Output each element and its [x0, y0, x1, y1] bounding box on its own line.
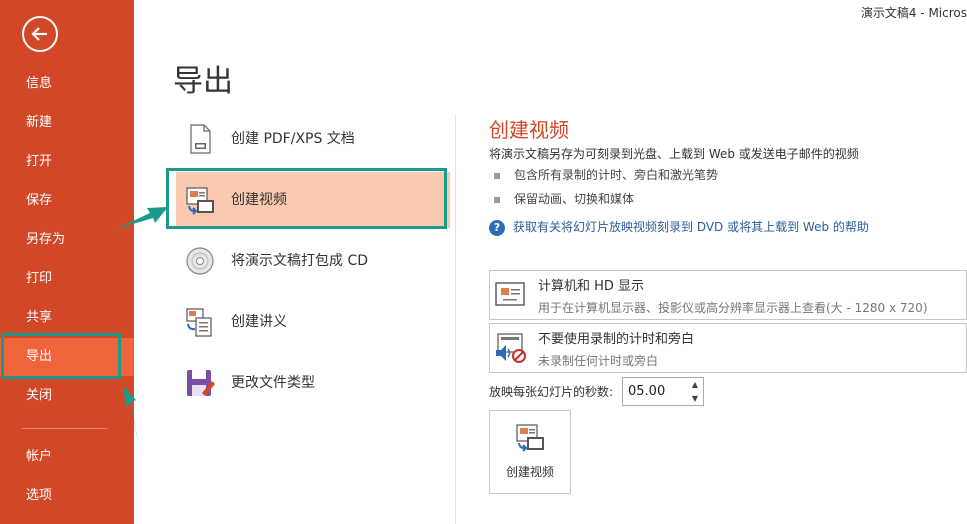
nav-account[interactable]: 帐户: [0, 438, 134, 476]
pdf-document-icon: [190, 124, 211, 154]
export-option-file-type[interactable]: 更改文件类型: [176, 355, 450, 411]
annotation-arrows: [116, 207, 168, 454]
nav-options[interactable]: 选项: [0, 477, 134, 515]
quality-dropdown-title: 计算机和 HD 显示: [538, 279, 645, 294]
video-description: 将演示文稿另存为可刻录到光盘、上载到 Web 或发送电子邮件的视频: [489, 147, 859, 161]
help-link[interactable]: ? 获取有关将幻灯片放映视频刻录到 DVD 或将其上载到 Web 的帮助: [489, 218, 869, 236]
no-narration-icon: [496, 333, 526, 363]
export-option-pdf[interactable]: 创建 PDF/XPS 文档: [176, 111, 450, 167]
bullet-text: 保留动画、切换和媒体: [514, 192, 635, 206]
stepper-buttons: ▲ ▼: [687, 378, 703, 405]
bullet-marker: [494, 172, 500, 179]
timing-dropdown-title: 不要使用录制的计时和旁白: [538, 332, 695, 347]
nav-close[interactable]: 关闭: [0, 377, 134, 415]
stepper-down-icon[interactable]: ▼: [687, 392, 703, 405]
back-button[interactable]: [22, 16, 58, 52]
panel-divider: [455, 115, 456, 524]
stepper-up-icon[interactable]: ▲: [687, 378, 703, 391]
export-option-label: 将演示文稿打包成 CD: [231, 253, 369, 269]
export-option-label: 创建讲义: [231, 314, 287, 330]
video-section-title: 创建视频: [489, 118, 569, 142]
seconds-per-slide-label: 放映每张幻灯片的秒数:: [489, 385, 614, 399]
bullet-marker: [494, 196, 500, 203]
annotation-box-export: [1, 333, 121, 379]
seconds-per-slide-input[interactable]: [623, 378, 687, 405]
create-video-button-label: 创建视频: [505, 465, 554, 479]
export-option-label: 创建 PDF/XPS 文档: [231, 131, 355, 147]
help-icon: ?: [489, 219, 505, 236]
backstage-sidebar: 信息 新建 打开 保存 另存为 打印 共享 导出 关闭 帐户 选项: [0, 0, 134, 524]
back-arrow-icon: [31, 27, 47, 41]
bullet-text: 包含所有录制的计时、旁白和激光笔势: [514, 168, 719, 182]
seconds-per-slide-stepper: ▲ ▼: [622, 377, 704, 406]
cd-icon: [186, 247, 214, 275]
window-title: 演示文稿4 - Micros: [860, 6, 967, 20]
nav-open[interactable]: 打开: [0, 143, 134, 181]
video-icon: [516, 424, 544, 452]
export-option-cd[interactable]: 将演示文稿打包成 CD: [176, 233, 450, 289]
page-title: 导出: [173, 64, 233, 99]
quality-dropdown[interactable]: 计算机和 HD 显示 用于在计算机显示器、投影仪或高分辨率显示器上查看(大 - …: [489, 270, 967, 320]
export-option-label: 更改文件类型: [231, 375, 315, 391]
timing-dropdown[interactable]: 不要使用录制的计时和旁白 未录制任何计时或旁白: [489, 323, 967, 373]
create-video-button[interactable]: 创建视频: [489, 410, 571, 494]
export-option-handout[interactable]: 创建讲义: [176, 294, 450, 350]
handout-icon: [186, 308, 212, 337]
file-type-icon: [187, 370, 215, 396]
nav-save-as[interactable]: 另存为: [0, 221, 134, 259]
nav-share[interactable]: 共享: [0, 299, 134, 337]
timing-dropdown-subtitle: 未录制任何计时或旁白: [538, 354, 659, 368]
annotation-box-video: [166, 168, 447, 229]
help-link-text: 获取有关将幻灯片放映视频刻录到 DVD 或将其上载到 Web 的帮助: [513, 220, 869, 234]
nav-print[interactable]: 打印: [0, 260, 134, 298]
quality-dropdown-subtitle: 用于在计算机显示器、投影仪或高分辨率显示器上查看(大 - 1280 x 720): [538, 301, 928, 315]
nav-new[interactable]: 新建: [0, 104, 134, 142]
backstage-view: 信息 新建 打开 保存 另存为 打印 共享 导出 关闭 帐户 选项 演示文稿4 …: [0, 0, 967, 524]
nav-save[interactable]: 保存: [0, 182, 134, 220]
bullet-item: 保留动画、切换和媒体: [494, 190, 634, 207]
nav-divider: [22, 428, 108, 429]
monitor-icon: [495, 282, 525, 306]
bullet-item: 包含所有录制的计时、旁白和激光笔势: [494, 166, 718, 183]
nav-info[interactable]: 信息: [0, 65, 134, 103]
